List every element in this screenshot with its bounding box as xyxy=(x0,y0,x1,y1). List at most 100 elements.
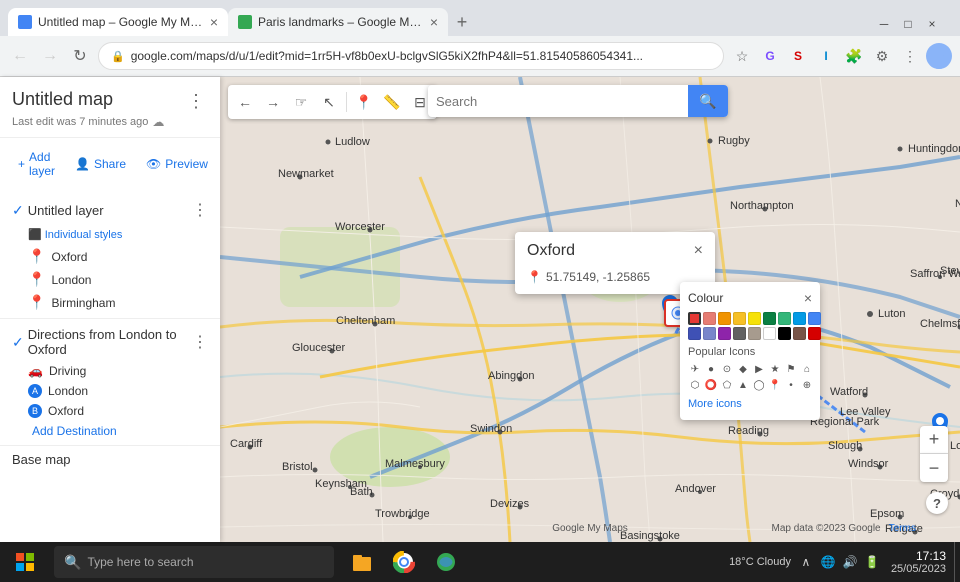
icon-play[interactable]: ▶ xyxy=(752,362,766,376)
extension-icon-2[interactable]: S xyxy=(786,44,810,68)
location-pin-icon-oxford: 📍 xyxy=(28,248,45,265)
color-swatch-white[interactable] xyxy=(763,327,776,340)
taskbar-search-box[interactable]: 🔍 Type here to search xyxy=(54,546,334,578)
preview-button[interactable]: 👁 Preview xyxy=(140,153,214,175)
tab-close-2[interactable]: × xyxy=(430,14,438,30)
tab-untitled-map[interactable]: Untitled map – Google My Maps × xyxy=(8,8,228,36)
map-more-button[interactable]: ⋮ xyxy=(184,89,208,113)
extension-icon-5[interactable]: ⚙ xyxy=(870,44,894,68)
color-swatch-red[interactable] xyxy=(688,312,701,325)
color-swatch-blue[interactable] xyxy=(808,312,821,325)
redo-tool[interactable]: → xyxy=(260,89,286,115)
taskbar-chrome[interactable] xyxy=(384,542,424,582)
icon-circle-filled[interactable]: ● xyxy=(704,362,718,376)
location-item-birmingham[interactable]: 📍 Birmingham xyxy=(0,291,220,314)
more-options-icon[interactable]: ⋮ xyxy=(898,44,922,68)
layer-more-button[interactable]: ⋮ xyxy=(188,198,212,222)
help-button[interactable]: ? xyxy=(926,492,948,514)
icon-pin[interactable]: 📍 xyxy=(768,378,782,392)
icon-diamond[interactable]: ◆ xyxy=(736,362,750,376)
tray-chevron[interactable]: ∧ xyxy=(795,551,817,573)
map-search-button[interactable]: 🔍 xyxy=(688,85,728,117)
tab-paris[interactable]: Paris landmarks – Google My Ma... × xyxy=(228,8,448,36)
icon-home[interactable]: ⌂ xyxy=(800,362,814,376)
taskbar-earth[interactable] xyxy=(426,542,466,582)
icon-circle-dot[interactable]: ⊙ xyxy=(720,362,734,376)
color-swatch-yellow-dark[interactable] xyxy=(733,312,746,325)
close-button[interactable]: × xyxy=(920,12,944,36)
icon-dot[interactable]: • xyxy=(784,378,798,392)
color-swatch-pink[interactable] xyxy=(703,312,716,325)
refresh-button[interactable]: ↻ xyxy=(68,44,92,68)
individual-styles-link[interactable]: ⬛ Individual styles xyxy=(28,228,208,241)
more-icons-button[interactable]: More icons xyxy=(688,396,812,412)
map-search-input[interactable] xyxy=(428,94,688,109)
extension-icon-1[interactable]: G xyxy=(758,44,782,68)
icon-oval[interactable]: ◯ xyxy=(752,378,766,392)
profile-avatar[interactable] xyxy=(926,43,952,69)
add-destination-button[interactable]: Add Destination xyxy=(0,421,220,441)
popup-close-button[interactable]: × xyxy=(694,242,703,260)
back-button[interactable]: ← xyxy=(8,44,32,68)
color-swatch-green[interactable] xyxy=(778,312,791,325)
icon-location[interactable]: ⊕ xyxy=(800,378,814,392)
svg-text:Chelmsford: Chelmsford xyxy=(920,318,960,330)
color-swatch-blue-light[interactable] xyxy=(793,312,806,325)
tray-network[interactable]: 🌐 xyxy=(817,551,839,573)
map-area[interactable]: Ludlow Rugby Huntingdon Cambridge Newmar… xyxy=(220,77,960,542)
tab-close-1[interactable]: × xyxy=(210,14,218,30)
icon-flag[interactable]: ⚑ xyxy=(784,362,798,376)
icon-ring[interactable]: ⭕ xyxy=(704,378,718,392)
taskbar-file-explorer[interactable] xyxy=(342,542,382,582)
icon-hexagon[interactable]: ⬡ xyxy=(688,378,702,392)
new-tab-button[interactable]: + xyxy=(448,8,476,36)
color-swatch-indigo[interactable] xyxy=(688,327,701,340)
start-button[interactable] xyxy=(0,542,50,582)
color-swatch-brown[interactable] xyxy=(793,327,806,340)
maximize-button[interactable]: □ xyxy=(896,12,920,36)
directions-header[interactable]: ✓ Directions from London to Oxford ⋮ xyxy=(0,323,220,361)
undo-tool[interactable]: ← xyxy=(232,89,258,115)
url-bar[interactable]: 🔒 google.com/maps/d/u/1/edit?mid=1rr5H-v… xyxy=(98,42,724,70)
tray-weather[interactable]: 18°C Cloudy xyxy=(725,551,795,573)
extension-icon-3[interactable]: I xyxy=(814,44,838,68)
tray-volume[interactable]: 🔊 xyxy=(839,551,861,573)
tray-battery[interactable]: 🔋 xyxy=(861,551,883,573)
select-tool[interactable]: ↖ xyxy=(316,89,342,115)
system-clock[interactable]: 17:13 25/05/2023 xyxy=(883,549,954,575)
extension-icon-4[interactable]: 🧩 xyxy=(842,44,866,68)
svg-text:Windsor: Windsor xyxy=(848,458,889,470)
icon-plane[interactable]: ✈ xyxy=(688,362,702,376)
location-item-london[interactable]: 📍 London xyxy=(0,268,220,291)
zoom-out-button[interactable]: − xyxy=(920,454,948,482)
color-swatch-green-dark[interactable] xyxy=(763,312,776,325)
icon-star[interactable]: ★ xyxy=(768,362,782,376)
color-swatch-crimson[interactable] xyxy=(808,327,821,340)
ruler-tool[interactable]: 📏 xyxy=(379,89,405,115)
directions-more-button[interactable]: ⋮ xyxy=(188,330,212,354)
color-swatch-black[interactable] xyxy=(778,327,791,340)
color-swatch-purple[interactable] xyxy=(718,327,731,340)
color-swatch-indigo-light[interactable] xyxy=(703,327,716,340)
icon-triangle[interactable]: ▲ xyxy=(736,378,750,392)
forward-button[interactable]: → xyxy=(38,44,62,68)
picker-close-button[interactable]: × xyxy=(804,290,812,306)
svg-text:Trowbridge: Trowbridge xyxy=(375,508,430,520)
basemap-label[interactable]: Base map xyxy=(12,452,71,467)
minimize-button[interactable]: ─ xyxy=(872,12,896,36)
layer-header-1[interactable]: ✓ Untitled layer ⋮ xyxy=(0,194,220,226)
bookmark-icon[interactable]: ☆ xyxy=(730,44,754,68)
color-swatch-yellow[interactable] xyxy=(748,312,761,325)
color-swatch-orange[interactable] xyxy=(718,312,731,325)
color-swatch-tan[interactable] xyxy=(748,327,761,340)
icon-pentagon[interactable]: ⬠ xyxy=(720,378,734,392)
add-layer-button[interactable]: + Add layer xyxy=(12,146,61,182)
zoom-in-button[interactable]: + xyxy=(920,426,948,454)
color-swatch-gray[interactable] xyxy=(733,327,746,340)
hand-tool[interactable]: ☞ xyxy=(288,89,314,115)
show-desktop-button[interactable] xyxy=(954,542,960,582)
location-item-oxford[interactable]: 📍 Oxford xyxy=(0,245,220,268)
share-button[interactable]: 👤 Share xyxy=(69,153,132,175)
terms-link[interactable]: Terms xyxy=(889,523,916,534)
pin-tool[interactable]: 📍 xyxy=(351,89,377,115)
